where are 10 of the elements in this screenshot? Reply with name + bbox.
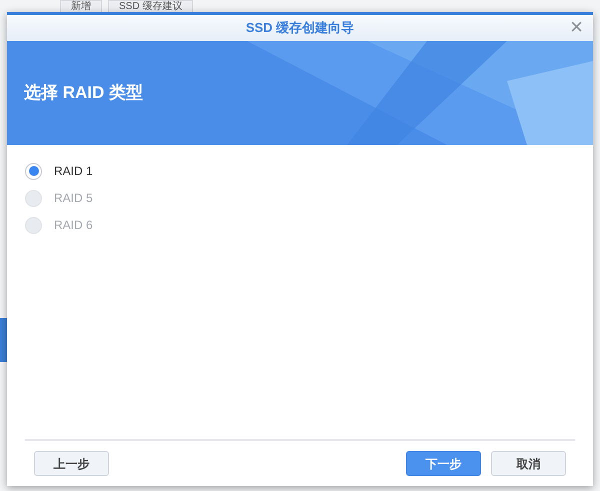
background-tab[interactable]: SSD 缓存建议 — [108, 0, 194, 13]
option-label: RAID 5 — [54, 190, 93, 207]
secondary-button[interactable]: 取消 — [491, 451, 566, 476]
radio-button[interactable] — [25, 162, 42, 180]
banner-heading: 选择 RAID 类型 — [24, 82, 143, 104]
option-label: RAID 1 — [54, 163, 93, 180]
option-label: RAID 6 — [54, 217, 93, 234]
secondary-button[interactable]: 上一步 — [34, 451, 109, 476]
background-tab[interactable]: 新增 — [60, 0, 102, 13]
window-title: SSD 缓存创建向导 — [246, 19, 354, 38]
